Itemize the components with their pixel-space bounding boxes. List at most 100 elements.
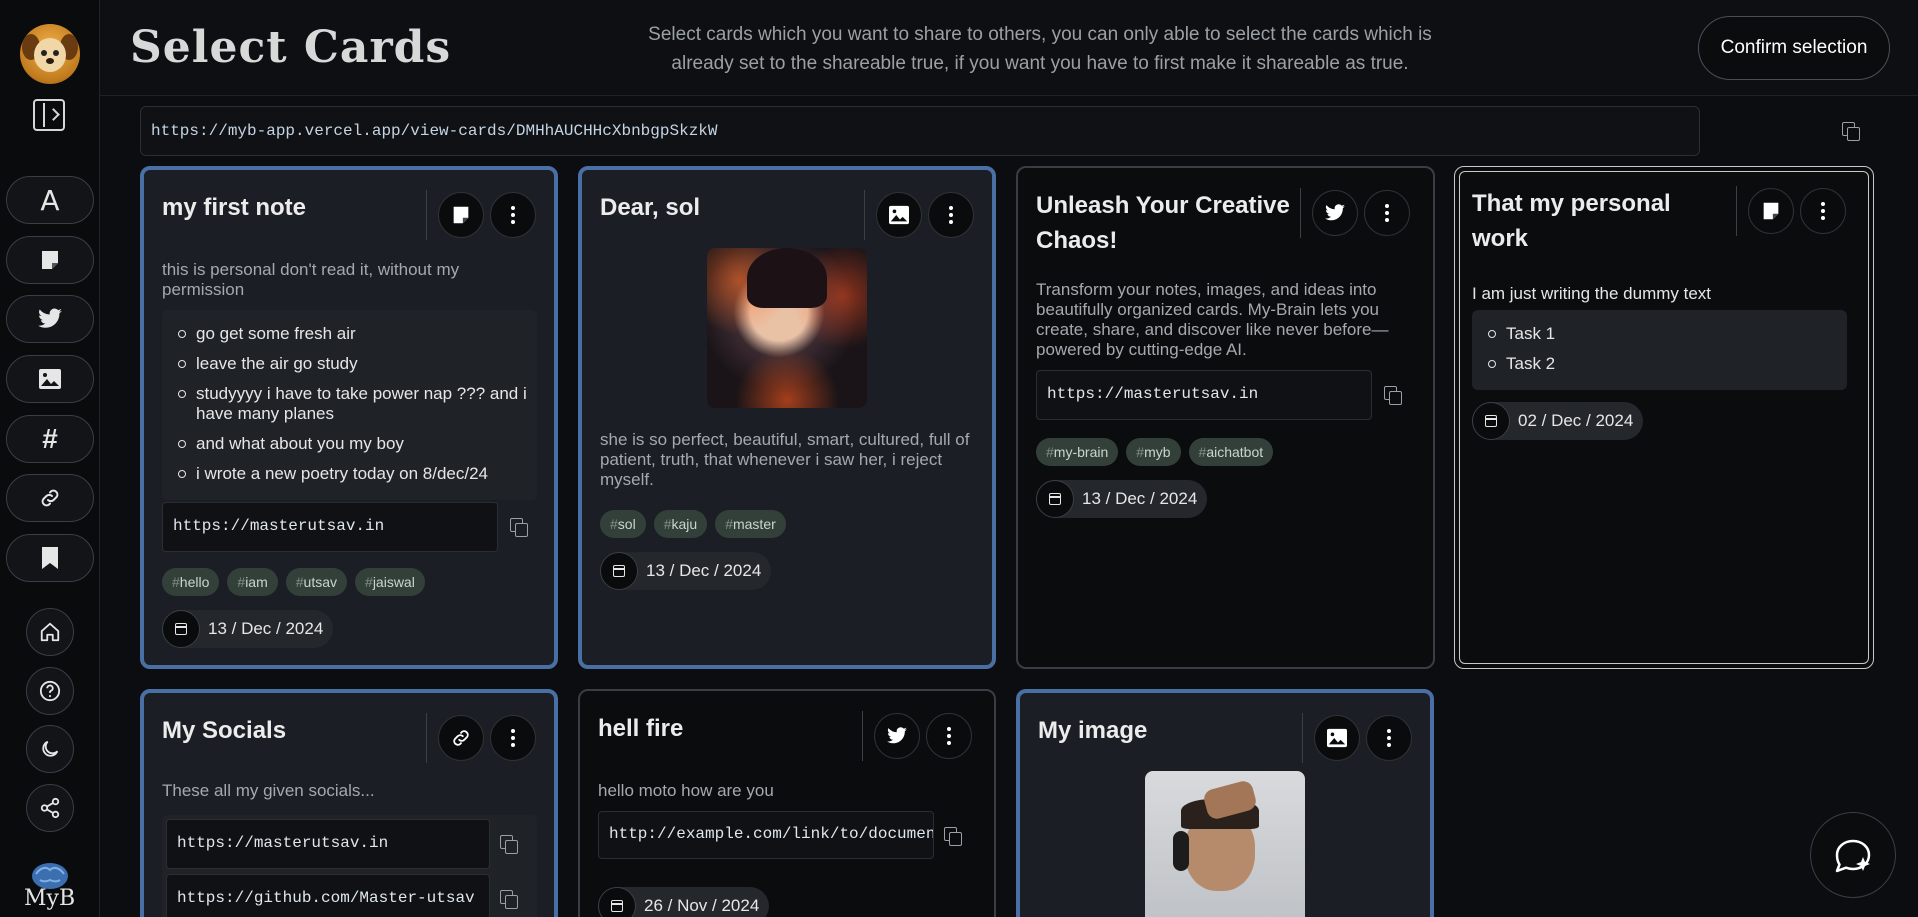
filter-tags-button[interactable]: #	[6, 415, 94, 463]
card-link[interactable]: https://masterutsav.in	[1036, 370, 1372, 420]
card-my-socials[interactable]: My Socials These all my given socials...…	[140, 689, 558, 917]
card-link[interactable]: https://masterutsav.in	[162, 502, 498, 552]
note-icon	[453, 206, 469, 224]
card-unleash-creative-chaos[interactable]: Unleash Your Creative Chaos! Transform y…	[1016, 166, 1435, 669]
more-vertical-icon	[949, 213, 953, 217]
card-menu-button[interactable]	[490, 192, 536, 238]
filter-font-button[interactable]: A	[6, 176, 94, 224]
card-image	[707, 248, 867, 408]
more-vertical-icon	[511, 736, 515, 740]
moon-icon	[42, 740, 59, 757]
card-image	[1145, 771, 1305, 917]
page-header: Select Cards Select cards which you want…	[100, 0, 1918, 96]
card-title: hell fire	[598, 715, 684, 742]
card-type-button[interactable]	[1314, 715, 1360, 761]
more-vertical-icon	[1385, 211, 1389, 215]
card-menu-button[interactable]	[1366, 715, 1412, 761]
copy-share-url-icon[interactable]	[1842, 122, 1860, 141]
share-icon	[40, 797, 60, 819]
card-menu-button[interactable]	[1800, 188, 1846, 234]
chat-sparkle-icon	[1835, 839, 1871, 873]
image-icon	[889, 205, 909, 225]
help-button[interactable]	[26, 667, 74, 715]
copy-link-icon[interactable]	[944, 827, 962, 846]
home-icon	[40, 622, 60, 642]
card-date: 26 / Nov / 2024	[598, 887, 770, 917]
card-menu-button[interactable]	[926, 713, 972, 759]
tag[interactable]: #jaiswal	[355, 568, 425, 596]
link-icon	[453, 730, 469, 746]
calendar-icon	[162, 610, 200, 648]
card-type-button[interactable]	[438, 192, 484, 238]
card-title: Dear, sol	[600, 194, 701, 221]
tag[interactable]: #iam	[227, 568, 278, 596]
card-description: Transform your notes, images, and ideas …	[1036, 280, 1389, 359]
card-dear-sol[interactable]: Dear, sol she is so perfect, beautiful, …	[578, 166, 996, 669]
page-title: Select Cards	[130, 22, 452, 73]
card-menu-button[interactable]	[928, 192, 974, 238]
card-type-button[interactable]	[438, 715, 484, 761]
card-menu-button[interactable]	[1364, 190, 1410, 236]
tag[interactable]: #sol	[600, 510, 646, 538]
list-item: Task 1	[1488, 324, 1839, 344]
list-item: go get some fresh air	[178, 324, 529, 344]
card-my-image[interactable]: My image	[1016, 689, 1434, 917]
share-url-text: https://myb-app.vercel.app/view-cards/DM…	[151, 122, 718, 140]
card-date: 13 / Dec / 2024	[1036, 480, 1208, 518]
sidebar-toggle-icon[interactable]	[33, 99, 65, 131]
list-item: i wrote a new poetry today on 8/dec/24	[178, 464, 529, 484]
filter-notes-button[interactable]	[6, 236, 94, 284]
list-item: Task 2	[1488, 354, 1839, 374]
copy-link-icon[interactable]	[510, 518, 528, 537]
confirm-selection-button[interactable]: Confirm selection	[1698, 16, 1890, 80]
user-avatar[interactable]	[20, 24, 80, 84]
share-button[interactable]	[26, 784, 74, 832]
card-my-first-note[interactable]: my first note this is personal don't rea…	[140, 166, 558, 669]
card-hell-fire[interactable]: hell fire hello moto how are you http://…	[578, 689, 996, 917]
card-link[interactable]: http://example.com/link/to/document	[598, 811, 934, 859]
tag[interactable]: #hello	[162, 568, 220, 596]
list-item: leave the air go study	[178, 354, 529, 374]
font-icon: A	[40, 183, 60, 217]
hashtag-icon: #	[42, 423, 58, 454]
home-button[interactable]	[26, 608, 74, 656]
tag[interactable]: #aichatbot	[1188, 438, 1274, 466]
card-type-button[interactable]	[876, 192, 922, 238]
tag[interactable]: #utsav	[285, 568, 348, 596]
filter-bookmarks-button[interactable]	[6, 534, 94, 582]
card-title: My image	[1038, 717, 1148, 744]
more-vertical-icon	[947, 734, 951, 738]
copy-link-icon[interactable]	[500, 835, 518, 854]
note-icon	[1763, 202, 1779, 220]
card-date: 13 / Dec / 2024	[600, 552, 772, 590]
card-link[interactable]: https://github.com/Master-utsav	[166, 874, 490, 917]
link-icon	[41, 489, 59, 507]
card-type-button[interactable]	[1748, 188, 1794, 234]
card-link[interactable]: https://masterutsav.in	[166, 819, 490, 869]
header-description: Select cards which you want to share to …	[648, 24, 1432, 74]
copy-link-icon[interactable]	[500, 890, 518, 909]
brand-logo[interactable]: MyB	[22, 860, 78, 911]
theme-toggle-button[interactable]	[26, 725, 74, 773]
tag[interactable]: #master	[715, 510, 786, 538]
card-type-button[interactable]	[1312, 190, 1358, 236]
card-type-button[interactable]	[874, 713, 920, 759]
card-title: My Socials	[162, 717, 287, 744]
share-url-field[interactable]: https://myb-app.vercel.app/view-cards/DM…	[140, 106, 1700, 156]
chatbot-button[interactable]	[1810, 812, 1896, 898]
card-personal-work[interactable]: That my personal work I am just writing …	[1454, 166, 1874, 669]
tag[interactable]: #kaju	[653, 510, 708, 538]
card-menu-button[interactable]	[490, 715, 536, 761]
twitter-icon	[1325, 204, 1345, 221]
filter-twitter-button[interactable]	[6, 295, 94, 343]
brand-logo-text: MyB	[24, 886, 76, 911]
tag[interactable]: #myb	[1126, 438, 1181, 466]
copy-link-icon[interactable]	[1384, 386, 1402, 405]
help-icon	[39, 680, 61, 702]
filter-links-button[interactable]	[6, 474, 94, 522]
card-date: 13 / Dec / 2024	[162, 610, 334, 648]
filter-images-button[interactable]	[6, 355, 94, 403]
image-icon	[39, 369, 61, 389]
card-description: she is so perfect, beautiful, smart, cul…	[600, 430, 970, 489]
tag[interactable]: #my-brain	[1036, 438, 1119, 466]
